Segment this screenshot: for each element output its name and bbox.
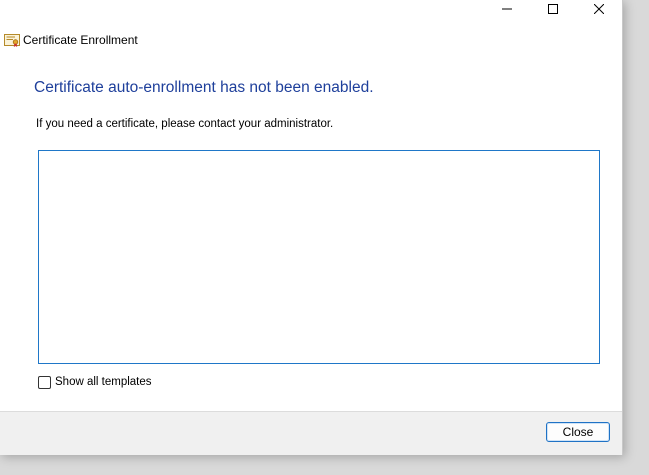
checkbox-box[interactable] bbox=[38, 375, 51, 389]
certificate-templates-list[interactable] bbox=[38, 150, 600, 364]
info-message: If you need a certificate, please contac… bbox=[36, 118, 334, 130]
window-caption-controls bbox=[484, 0, 622, 18]
wizard-footer: Close bbox=[0, 411, 622, 455]
page-heading: Certificate auto-enrollment has not been… bbox=[34, 79, 374, 96]
wizard-header: Certificate Enrollment bbox=[4, 31, 138, 49]
certificate-enrollment-window: Certificate Enrollment Certificate auto-… bbox=[0, 0, 623, 455]
maximize-button[interactable] bbox=[530, 0, 576, 18]
close-icon bbox=[594, 4, 604, 14]
close-button[interactable]: Close bbox=[546, 422, 610, 442]
show-all-templates-label[interactable]: Show all templates bbox=[55, 376, 152, 388]
minimize-button[interactable] bbox=[484, 0, 530, 18]
wizard-title: Certificate Enrollment bbox=[23, 33, 138, 47]
maximize-icon bbox=[548, 4, 558, 14]
show-all-templates-checkbox[interactable]: Show all templates bbox=[38, 375, 152, 389]
window-close-button[interactable] bbox=[576, 0, 622, 18]
minimize-icon bbox=[502, 4, 512, 14]
certificate-icon bbox=[4, 32, 20, 48]
